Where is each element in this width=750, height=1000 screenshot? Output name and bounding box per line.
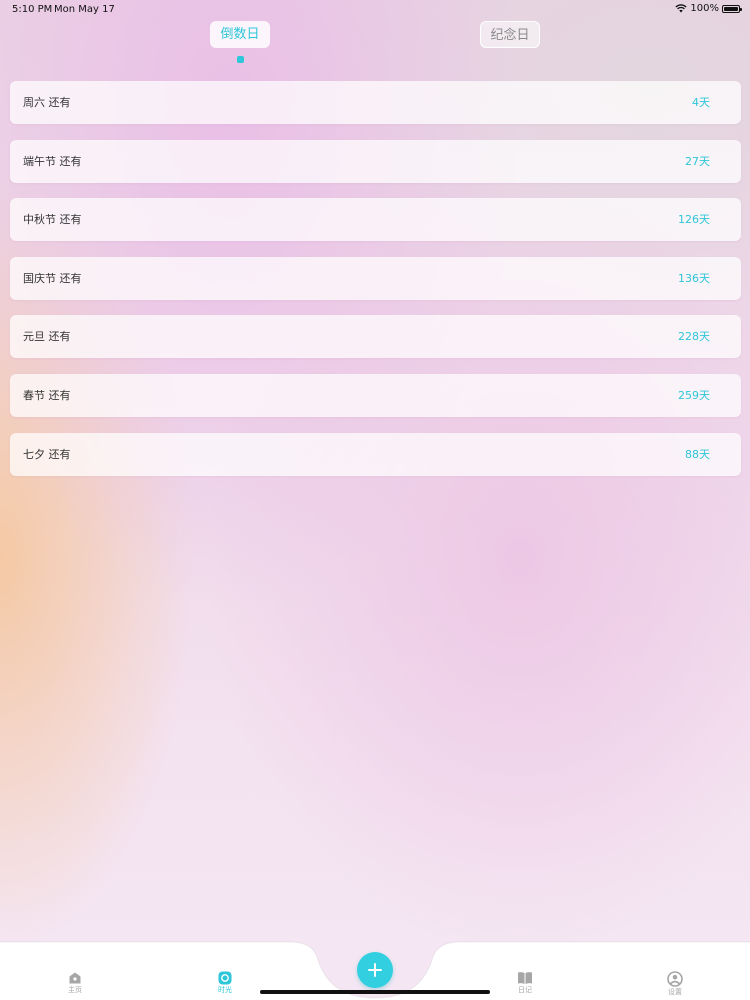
wifi-icon [675,4,687,13]
tabbar-label: 时光 [218,986,232,994]
bottom-tab-bar: 主页 时光 日记 设置 [0,940,750,1000]
list-item[interactable]: 端午节 还有 27天 [10,139,741,183]
event-name: 国庆节 还有 [23,271,82,285]
clock-icon [218,971,232,985]
event-name: 元旦 还有 [23,330,71,344]
tabbar-item-diary[interactable]: 日记 [503,971,547,995]
home-indicator[interactable] [260,990,490,994]
list-item[interactable]: 周六 还有 4天 [10,81,741,124]
event-name: 七夕 还有 [23,447,71,461]
status-bar: 5:10 PM Mon May 17 100% [0,0,750,18]
add-button[interactable] [357,952,393,988]
event-days: 4天 [692,96,710,109]
tabbar-label: 日记 [518,986,532,994]
tabbar-label: 设置 [668,988,682,996]
plus-icon [368,963,382,977]
countdown-list: 周六 还有 4天 端午节 还有 27天 中秋节 还有 126天 国庆节 还有 1… [10,81,741,491]
diary-icon [518,972,532,984]
battery-percent: 100% [690,3,719,14]
battery-icon [722,4,742,13]
profile-icon [667,971,683,987]
list-item[interactable]: 七夕 还有 88天 [10,432,741,476]
event-days: 136天 [678,271,710,285]
status-date: Mon May 17 [54,4,115,15]
event-days: 27天 [685,154,710,168]
tabbar-item-time[interactable]: 时光 [203,971,247,995]
tabbar-label: 主页 [68,986,82,994]
event-days: 228天 [678,330,710,344]
list-item[interactable]: 春节 还有 259天 [10,373,741,417]
list-item[interactable]: 国庆节 还有 136天 [10,256,741,300]
list-item[interactable]: 中秋节 还有 126天 [10,198,741,242]
tabbar-item-settings[interactable]: 设置 [653,971,697,997]
event-name: 周六 还有 [23,96,71,109]
status-time: 5:10 PM [12,4,53,15]
tab-selected-indicator [237,56,244,63]
event-days: 88天 [685,447,710,461]
event-name: 中秋节 还有 [23,213,82,227]
event-name: 端午节 还有 [23,154,82,168]
tab-anniversary[interactable]: 纪念日 [480,21,540,48]
list-item[interactable]: 元旦 还有 228天 [10,315,741,359]
tabbar-item-home[interactable]: 主页 [53,971,97,995]
tab-countdown[interactable]: 倒数日 [210,21,270,48]
home-icon [69,972,81,984]
status-indicators: 100% [675,3,742,14]
event-name: 春节 还有 [23,388,71,402]
event-days: 126天 [678,213,710,227]
event-days: 259天 [678,388,710,402]
